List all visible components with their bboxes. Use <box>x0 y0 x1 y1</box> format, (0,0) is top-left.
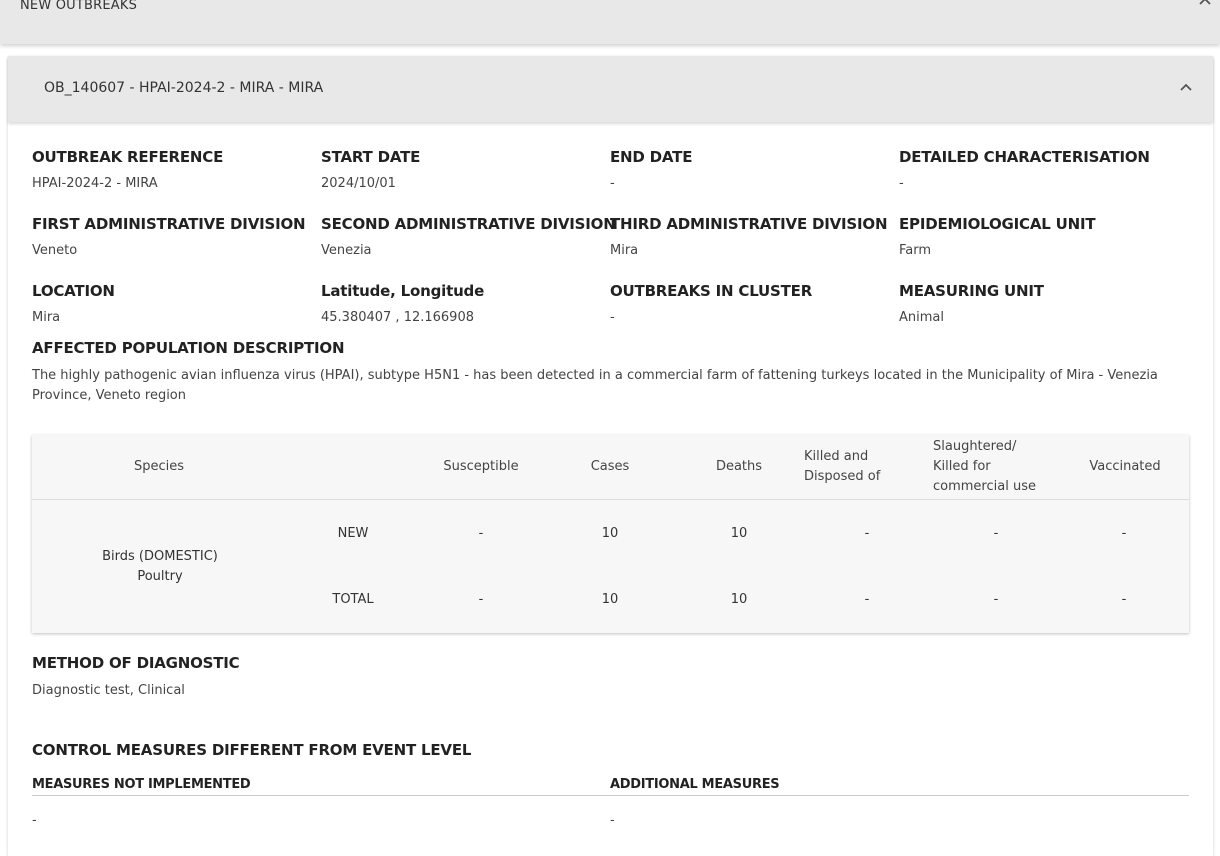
field-value: - <box>610 310 615 325</box>
outbreak-panel: OB_140607 - HPAI-2024-2 - MIRA - MIRA OU… <box>8 56 1213 856</box>
row-new-killed: - <box>864 526 870 541</box>
affected-population-text: The highly pathogenic avian influenza vi… <box>32 368 1158 403</box>
lat-long-field: Latitude, Longitude 45.380407 , 12.16690… <box>321 282 484 325</box>
new-outbreaks-header[interactable]: NEW OUTBREAKS <box>0 0 1220 44</box>
first-admin-division-field: FIRST ADMINISTRATIVE DIVISION Veneto <box>32 215 306 258</box>
table-header-divider <box>32 499 1189 500</box>
method-of-diagnostic-label: METHOD OF DIAGNOSTIC <box>32 654 240 672</box>
field-value: 45.380407 , 12.166908 <box>321 310 474 325</box>
header-killed-disposed: Killed and Disposed of <box>804 447 880 487</box>
field-label: EPIDEMIOLOGICAL UNIT <box>899 215 1096 233</box>
field-value: Mira <box>610 243 639 258</box>
field-label: SECOND ADMINISTRATIVE DIVISION <box>321 215 616 233</box>
method-of-diagnostic-value: Diagnostic test, Clinical <box>32 683 185 698</box>
header-deaths: Deaths <box>715 459 763 474</box>
chevron-up-icon[interactable] <box>1198 0 1212 8</box>
header-line: Killed and <box>804 449 869 464</box>
row-new-susceptible: - <box>478 526 484 541</box>
header-line: Killed for <box>933 459 991 474</box>
measures-not-implemented-value: - <box>32 813 37 828</box>
field-value: Animal <box>899 310 944 325</box>
header-line: Slaughtered/ <box>933 439 1017 454</box>
field-value: 2024/10/01 <box>321 176 396 191</box>
species-name: Birds (DOMESTIC) Poultry <box>72 547 248 587</box>
header-susceptible: Susceptible <box>443 459 519 474</box>
row-new-label: NEW <box>337 526 369 541</box>
field-value: Mira <box>32 310 61 325</box>
additional-measures-label: ADDITIONAL MEASURES <box>610 777 780 792</box>
field-label: OUTBREAK REFERENCE <box>32 148 224 166</box>
third-admin-division-field: THIRD ADMINISTRATIVE DIVISION Mira <box>610 215 888 258</box>
outbreaks-in-cluster-field: OUTBREAKS IN CLUSTER - <box>610 282 812 325</box>
header-slaughtered: Slaughtered/ Killed for commercial use <box>933 437 1036 497</box>
field-label: END DATE <box>610 148 693 166</box>
epidemiological-unit-field: EPIDEMIOLOGICAL UNIT Farm <box>899 215 1096 258</box>
outbreak-reference-field: OUTBREAK REFERENCE HPAI-2024-2 - MIRA <box>32 148 223 191</box>
row-total-susceptible: - <box>478 592 484 607</box>
header-vaccinated: Vaccinated <box>1089 459 1161 474</box>
field-value: - <box>899 176 904 191</box>
measures-not-implemented-label: MEASURES NOT IMPLEMENTED <box>32 777 251 792</box>
field-label: MEASURING UNIT <box>899 282 1044 300</box>
species-table: Species Susceptible Cases Deaths Killed … <box>32 435 1189 633</box>
field-label: START DATE <box>321 148 421 166</box>
row-total-deaths: 10 <box>730 592 748 607</box>
section-title: NEW OUTBREAKS <box>20 0 138 13</box>
species-name-line: Birds (DOMESTIC) <box>102 549 218 564</box>
row-total-cases: 10 <box>601 592 619 607</box>
header-cases: Cases <box>590 459 630 474</box>
field-label: LOCATION <box>32 282 115 300</box>
affected-population-label: AFFECTED POPULATION DESCRIPTION <box>32 339 345 357</box>
row-new-vaccinated: - <box>1121 526 1127 541</box>
field-label: OUTBREAKS IN CLUSTER <box>610 282 813 300</box>
start-date-field: START DATE 2024/10/01 <box>321 148 420 191</box>
detailed-characterisation-field: DETAILED CHARACTERISATION - <box>899 148 1150 191</box>
outbreak-panel-header[interactable]: OB_140607 - HPAI-2024-2 - MIRA - MIRA <box>8 56 1213 122</box>
field-value: Venezia <box>321 243 372 258</box>
additional-measures-value: - <box>610 813 615 828</box>
row-new-slaughtered: - <box>993 526 999 541</box>
chevron-up-icon[interactable] <box>1179 80 1193 94</box>
outbreak-title: OB_140607 - HPAI-2024-2 - MIRA - MIRA <box>44 80 324 96</box>
field-label: THIRD ADMINISTRATIVE DIVISION <box>610 215 888 233</box>
header-species: Species <box>133 459 185 474</box>
row-total-slaughtered: - <box>993 592 999 607</box>
row-new-cases: 10 <box>601 526 619 541</box>
measures-divider <box>32 795 1189 796</box>
second-admin-division-field: SECOND ADMINISTRATIVE DIVISION Venezia <box>321 215 616 258</box>
field-value: HPAI-2024-2 - MIRA <box>32 176 158 191</box>
measuring-unit-field: MEASURING UNIT Animal <box>899 282 1044 325</box>
header-line: Disposed of <box>804 469 881 484</box>
end-date-field: END DATE - <box>610 148 692 191</box>
location-field: LOCATION Mira <box>32 282 115 325</box>
row-total-killed: - <box>864 592 870 607</box>
field-label: Latitude, Longitude <box>321 282 485 300</box>
species-name-line: Poultry <box>137 569 183 584</box>
field-label: FIRST ADMINISTRATIVE DIVISION <box>32 215 306 233</box>
field-label: DETAILED CHARACTERISATION <box>899 148 1150 166</box>
row-new-deaths: 10 <box>730 526 748 541</box>
control-measures-label: CONTROL MEASURES DIFFERENT FROM EVENT LE… <box>32 741 472 759</box>
row-total-vaccinated: - <box>1121 592 1127 607</box>
field-value: Farm <box>899 243 932 258</box>
row-total-label: TOTAL <box>332 592 374 607</box>
field-value: - <box>610 176 615 191</box>
header-line: commercial use <box>933 479 1036 494</box>
field-value: Veneto <box>32 243 78 258</box>
